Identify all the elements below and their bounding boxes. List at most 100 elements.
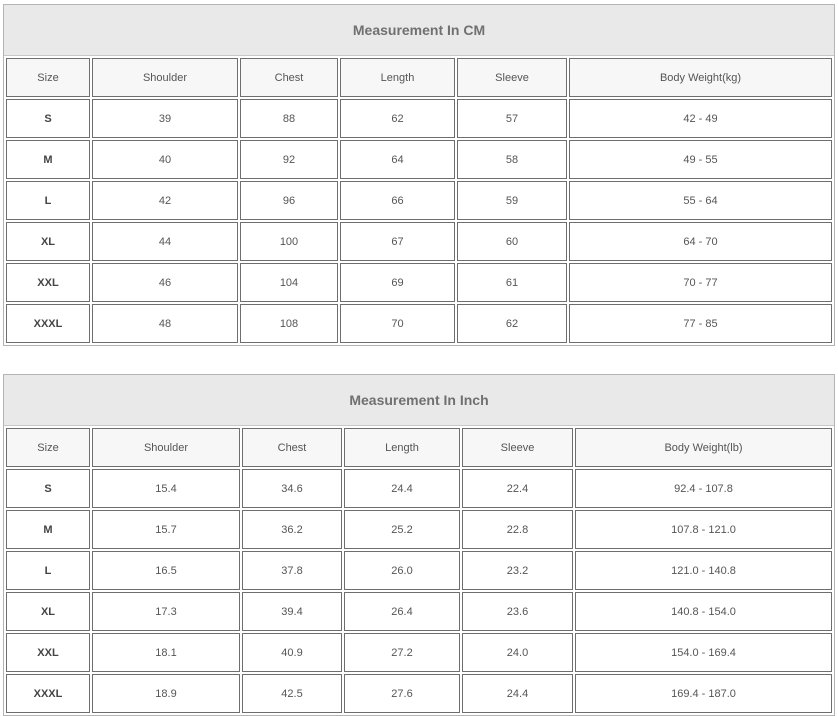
table-title-cm: Measurement In CM: [4, 5, 834, 56]
cell-length: 70: [340, 304, 455, 343]
cell-sleeve: 57: [457, 99, 567, 138]
cell-shoulder: 42: [92, 181, 238, 220]
cell-sleeve: 59: [457, 181, 567, 220]
cell-sleeve: 60: [457, 222, 567, 261]
cell-sleeve: 23.6: [462, 592, 573, 631]
cell-size: XL: [6, 592, 90, 631]
cell-body-weight: 107.8 - 121.0: [575, 510, 832, 549]
cell-length: 69: [340, 263, 455, 302]
table-row: L 16.5 37.8 26.0 23.2 121.0 - 140.8: [6, 551, 832, 590]
table-row: S 15.4 34.6 24.4 22.4 92.4 - 107.8: [6, 469, 832, 508]
cell-chest: 100: [240, 222, 338, 261]
cell-size: XL: [6, 222, 90, 261]
cell-length: 27.6: [344, 674, 460, 713]
cell-sleeve: 23.2: [462, 551, 573, 590]
size-table-cm: Measurement In CM Size Shoulder Chest Le…: [3, 4, 835, 346]
table-row: L 42 96 66 59 55 - 64: [6, 181, 832, 220]
cell-length: 26.4: [344, 592, 460, 631]
header-shoulder: Shoulder: [92, 428, 240, 467]
cell-body-weight: 140.8 - 154.0: [575, 592, 832, 631]
cell-body-weight: 154.0 - 169.4: [575, 633, 832, 672]
table-row: XXL 46 104 69 61 70 - 77: [6, 263, 832, 302]
cell-sleeve: 24.4: [462, 674, 573, 713]
cell-size: XXXL: [6, 674, 90, 713]
table-row: XL 17.3 39.4 26.4 23.6 140.8 - 154.0: [6, 592, 832, 631]
header-sleeve: Sleeve: [462, 428, 573, 467]
cell-body-weight: 64 - 70: [569, 222, 832, 261]
header-chest: Chest: [240, 58, 338, 97]
cell-body-weight: 55 - 64: [569, 181, 832, 220]
cell-size: M: [6, 510, 90, 549]
cell-length: 27.2: [344, 633, 460, 672]
header-row: Size Shoulder Chest Length Sleeve Body W…: [6, 428, 832, 467]
cell-shoulder: 39: [92, 99, 238, 138]
header-chest: Chest: [242, 428, 342, 467]
cell-body-weight: 49 - 55: [569, 140, 832, 179]
cell-shoulder: 15.7: [92, 510, 240, 549]
cell-chest: 37.8: [242, 551, 342, 590]
table-row: XL 44 100 67 60 64 - 70: [6, 222, 832, 261]
cell-length: 25.2: [344, 510, 460, 549]
cell-body-weight: 77 - 85: [569, 304, 832, 343]
table-row: M 15.7 36.2 25.2 22.8 107.8 - 121.0: [6, 510, 832, 549]
cell-shoulder: 46: [92, 263, 238, 302]
header-body-weight: Body Weight(kg): [569, 58, 832, 97]
cell-shoulder: 44: [92, 222, 238, 261]
cell-size: L: [6, 181, 90, 220]
cell-length: 64: [340, 140, 455, 179]
cell-chest: 40.9: [242, 633, 342, 672]
header-size: Size: [6, 58, 90, 97]
grid-cm: Size Shoulder Chest Length Sleeve Body W…: [4, 56, 834, 345]
table-row: S 39 88 62 57 42 - 49: [6, 99, 832, 138]
cell-size: XXL: [6, 263, 90, 302]
cell-sleeve: 58: [457, 140, 567, 179]
cell-chest: 104: [240, 263, 338, 302]
cell-shoulder: 17.3: [92, 592, 240, 631]
header-length: Length: [344, 428, 460, 467]
cell-chest: 34.6: [242, 469, 342, 508]
cell-shoulder: 18.1: [92, 633, 240, 672]
grid-inch: Size Shoulder Chest Length Sleeve Body W…: [4, 426, 834, 715]
cell-shoulder: 18.9: [92, 674, 240, 713]
cell-body-weight: 70 - 77: [569, 263, 832, 302]
cell-sleeve: 61: [457, 263, 567, 302]
table-row: M 40 92 64 58 49 - 55: [6, 140, 832, 179]
cell-body-weight: 121.0 - 140.8: [575, 551, 832, 590]
size-table-inch: Measurement In Inch Size Shoulder Chest …: [3, 374, 835, 716]
cell-sleeve: 22.4: [462, 469, 573, 508]
cell-sleeve: 22.8: [462, 510, 573, 549]
cell-body-weight: 92.4 - 107.8: [575, 469, 832, 508]
cell-shoulder: 15.4: [92, 469, 240, 508]
cell-chest: 42.5: [242, 674, 342, 713]
header-row: Size Shoulder Chest Length Sleeve Body W…: [6, 58, 832, 97]
table-row: XXXL 18.9 42.5 27.6 24.4 169.4 - 187.0: [6, 674, 832, 713]
cell-shoulder: 40: [92, 140, 238, 179]
cell-sleeve: 62: [457, 304, 567, 343]
cell-chest: 92: [240, 140, 338, 179]
table-row: XXXL 48 108 70 62 77 - 85: [6, 304, 832, 343]
cell-size: S: [6, 99, 90, 138]
cell-shoulder: 16.5: [92, 551, 240, 590]
cell-length: 62: [340, 99, 455, 138]
cell-chest: 108: [240, 304, 338, 343]
cell-size: XXXL: [6, 304, 90, 343]
cell-length: 24.4: [344, 469, 460, 508]
cell-size: XXL: [6, 633, 90, 672]
cell-length: 66: [340, 181, 455, 220]
cell-body-weight: 169.4 - 187.0: [575, 674, 832, 713]
table-row: XXL 18.1 40.9 27.2 24.0 154.0 - 169.4: [6, 633, 832, 672]
cell-chest: 36.2: [242, 510, 342, 549]
header-length: Length: [340, 58, 455, 97]
cell-length: 67: [340, 222, 455, 261]
cell-size: M: [6, 140, 90, 179]
header-shoulder: Shoulder: [92, 58, 238, 97]
cell-chest: 96: [240, 181, 338, 220]
cell-length: 26.0: [344, 551, 460, 590]
cell-chest: 88: [240, 99, 338, 138]
cell-size: L: [6, 551, 90, 590]
cell-size: S: [6, 469, 90, 508]
header-size: Size: [6, 428, 90, 467]
cell-chest: 39.4: [242, 592, 342, 631]
header-body-weight: Body Weight(lb): [575, 428, 832, 467]
cell-body-weight: 42 - 49: [569, 99, 832, 138]
